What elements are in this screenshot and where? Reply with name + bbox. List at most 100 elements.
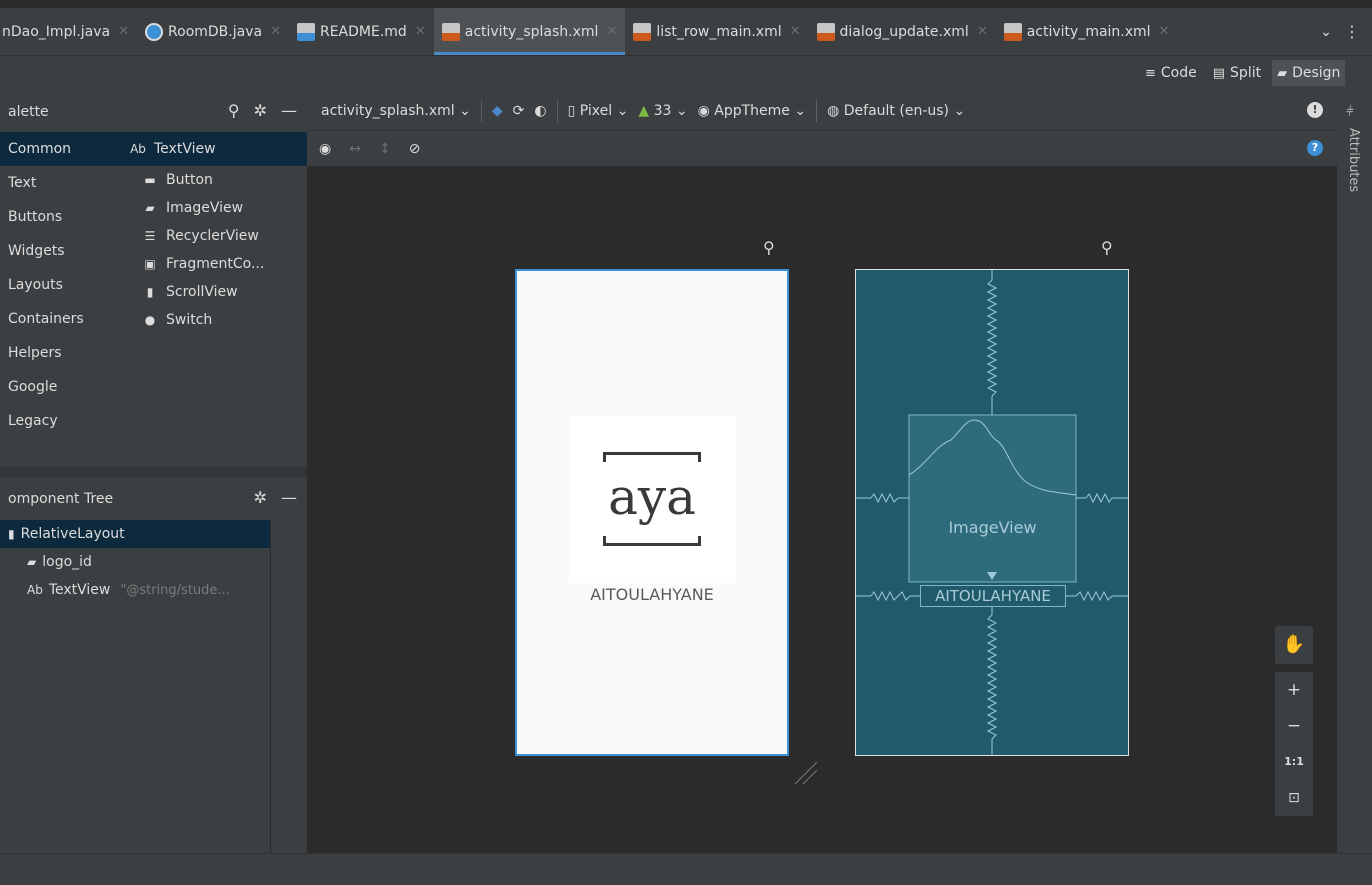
button-icon: ▬ (144, 173, 156, 187)
split-view-button[interactable]: ▤ Split (1208, 60, 1266, 86)
component-tree-actions: ✲ — (254, 488, 297, 507)
tree-row-relativelayout[interactable]: ▮ RelativeLayout (0, 520, 270, 548)
palette-item-imageview[interactable]: ▰ ImageView (123, 194, 307, 222)
close-icon[interactable]: ✕ (118, 24, 129, 39)
palette-category-helpers[interactable]: Helpers (0, 336, 123, 370)
tree-row-textview[interactable]: Ab TextView "@string/stude... (0, 576, 307, 604)
code-view-button[interactable]: ≡ Code (1140, 60, 1202, 86)
palette-category-containers[interactable]: Containers (0, 302, 123, 336)
scroll-icon: ▮ (146, 285, 154, 299)
switch-icon: ● (144, 313, 156, 327)
design-surface: activity_splash.xml ⌄ ◆ ⟳ ◐ ▯ Pixel ⌄ ▲ … (307, 92, 1337, 853)
palette-item-button[interactable]: ▬ Button (123, 166, 307, 194)
palette-category-text[interactable]: Text (0, 166, 123, 200)
split-view-label: Split (1230, 65, 1262, 81)
layout-icon: ▮ (8, 527, 15, 541)
device-selector[interactable]: ▯ Pixel ⌄ (568, 103, 629, 119)
palette-category-google[interactable]: Google (0, 370, 123, 404)
globe-icon: ◍ (827, 103, 840, 119)
palette-category-legacy[interactable]: Legacy (0, 404, 123, 438)
tab-activity-main[interactable]: activity_main.xml ✕ (996, 8, 1178, 55)
device-label: Pixel (579, 103, 613, 119)
gear-icon[interactable]: ✲ (254, 488, 267, 507)
design-view-label: Design (1292, 65, 1341, 81)
palette-category-widgets[interactable]: Widgets (0, 234, 123, 268)
layers-icon[interactable]: ◆ (492, 103, 503, 119)
minimize-icon[interactable]: — (281, 488, 297, 507)
blueprint-screen[interactable]: ImageView AITOULAHYANE (855, 269, 1129, 756)
tree-row-logo-id[interactable]: ▰ logo_id (0, 548, 307, 576)
resize-handle-icon[interactable] (793, 760, 819, 786)
palette-category-layouts[interactable]: Layouts (0, 268, 123, 302)
magnet-off-icon[interactable]: ⊘ (409, 141, 421, 157)
palette-category-common[interactable]: Common (0, 132, 123, 166)
design-toolbar: activity_splash.xml ⌄ ◆ ⟳ ◐ ▯ Pixel ⌄ ▲ … (307, 92, 1337, 130)
palette-item-label: RecyclerView (166, 228, 259, 244)
file-selector-label: activity_splash.xml (321, 103, 455, 119)
file-selector[interactable]: activity_splash.xml ⌄ (321, 103, 471, 119)
zoom-in-button[interactable]: + (1275, 672, 1313, 708)
tab-overflow-chevron-icon[interactable]: ⌄ (1320, 24, 1332, 40)
more-options-icon[interactable]: ⋮ (1344, 22, 1360, 41)
image-icon: ▰ (1277, 65, 1288, 81)
logo-image[interactable]: aya (569, 416, 736, 583)
blueprint-textview[interactable]: AITOULAHYANE (920, 585, 1066, 607)
design-secondary-toolbar: ◉ ↔ ↕ ⊘ (307, 130, 1337, 166)
attributes-side-tab[interactable]: ⫩ Attributes (1337, 92, 1372, 853)
eye-icon[interactable]: ◉ (319, 141, 331, 157)
panel-splitter[interactable] (0, 467, 307, 477)
api-selector[interactable]: ▲ 33 ⌄ (638, 103, 687, 119)
pan-hand-icon[interactable]: ✋ (1275, 626, 1313, 664)
palette-item-label: Button (166, 172, 213, 188)
close-icon[interactable]: ✕ (1159, 24, 1170, 39)
palette-item-recyclerview[interactable]: ☰ RecyclerView (123, 222, 307, 250)
tab-list-row-main[interactable]: list_row_main.xml ✕ (625, 8, 808, 55)
gear-icon[interactable]: ✲ (254, 101, 267, 120)
close-icon[interactable]: ✕ (977, 24, 988, 39)
pin-icon[interactable]: ⚲ (1101, 238, 1113, 257)
night-mode-icon[interactable]: ◐ (534, 103, 546, 119)
help-icon[interactable]: ? (1307, 140, 1323, 156)
design-preview-screen[interactable]: aya AITOULAHYANE (515, 269, 789, 756)
interface-icon (145, 22, 164, 41)
palette-item-switch[interactable]: ● Switch (123, 306, 307, 334)
zoom-fit-screen-icon[interactable]: ⊡ (1275, 780, 1313, 816)
view-mode-switcher: ≡ Code ▤ Split ▰ Design (1140, 60, 1346, 86)
preview-textview[interactable]: AITOULAHYANE (517, 585, 787, 604)
theme-label: AppTheme (714, 103, 790, 119)
close-icon[interactable]: ✕ (415, 24, 426, 39)
design-view-button[interactable]: ▰ Design (1272, 60, 1346, 86)
theme-selector[interactable]: ◉ AppTheme ⌄ (698, 103, 807, 119)
tab-dao-impl[interactable]: nDao_Impl.java ✕ (0, 8, 137, 55)
layout-xml-icon (816, 22, 835, 41)
api-label: 33 (653, 103, 672, 119)
tab-activity-splash[interactable]: activity_splash.xml ✕ (433, 8, 626, 55)
vertical-resize-icon[interactable]: ↕ (379, 141, 391, 157)
palette-item-textview[interactable]: Ab TextView (123, 132, 307, 166)
text-ab-icon: Ab (27, 583, 43, 597)
palette-item-scrollview[interactable]: ▮ ScrollView (123, 278, 307, 306)
tree-row-label: TextView (48, 582, 111, 598)
locale-selector[interactable]: ◍ Default (en-us) ⌄ (827, 103, 965, 119)
close-icon[interactable]: ✕ (270, 24, 281, 39)
orientation-icon[interactable]: ⟳ (513, 103, 525, 119)
close-icon[interactable]: ✕ (606, 24, 617, 39)
palette-panel: alette ⚲ ✲ — Common Text Buttons Widgets… (0, 92, 307, 467)
tab-readme[interactable]: README.md ✕ (289, 8, 434, 55)
palette-header: alette ⚲ ✲ — (0, 92, 307, 132)
tab-roomdb[interactable]: RoomDB.java ✕ (137, 8, 289, 55)
markdown-icon (296, 22, 315, 41)
zoom-out-button[interactable]: − (1275, 708, 1313, 744)
logo-text: aya (608, 468, 696, 526)
minimize-icon[interactable]: — (281, 101, 297, 120)
search-icon[interactable]: ⚲ (228, 101, 240, 120)
warning-icon[interactable]: ! (1307, 102, 1323, 118)
pin-icon[interactable]: ⚲ (763, 238, 775, 257)
palette-item-fragmentcontainer[interactable]: ▣ FragmentCo... (123, 250, 307, 278)
tab-dialog-update[interactable]: dialog_update.xml ✕ (809, 8, 996, 55)
close-icon[interactable]: ✕ (790, 24, 801, 39)
palette-category-buttons[interactable]: Buttons (0, 200, 123, 234)
horizontal-resize-icon[interactable]: ↔ (349, 141, 361, 157)
zoom-actual-size-button[interactable]: 1:1 (1275, 744, 1313, 780)
tree-column-divider (270, 520, 271, 853)
